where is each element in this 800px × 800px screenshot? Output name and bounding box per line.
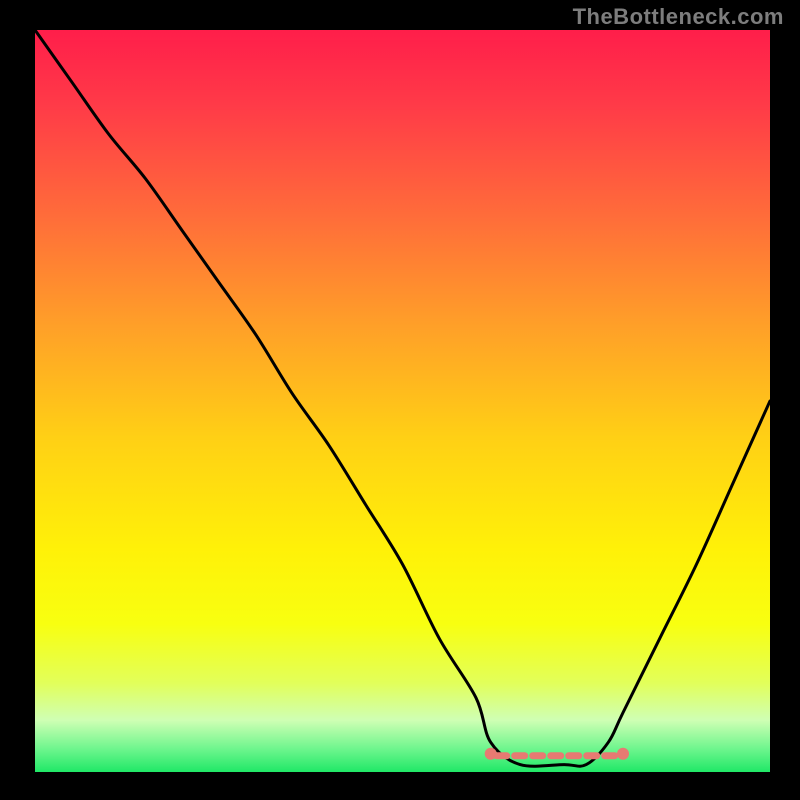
plot-background (35, 30, 770, 772)
chart-frame: { "watermark": "TheBottleneck.com", "cha… (0, 0, 800, 800)
watermark-text: TheBottleneck.com (573, 4, 784, 30)
bottleneck-chart (0, 0, 800, 800)
